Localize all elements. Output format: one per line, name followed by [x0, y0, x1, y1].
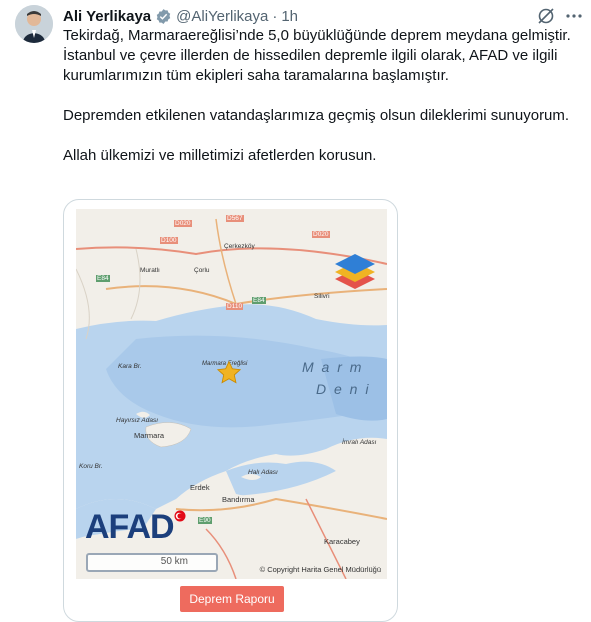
separator-dot: · [272, 7, 278, 25]
map-label: Kara Br. [118, 363, 142, 370]
map-copyright: © Copyright Harita Genel Müdürlüğü [259, 565, 381, 574]
afad-logo: AFAD [85, 508, 175, 546]
avatar[interactable] [15, 5, 53, 43]
road-label: E90 [198, 517, 212, 524]
road-label: E84 [252, 297, 266, 304]
sea-label: M a r m [302, 359, 364, 375]
road-label: E84 [96, 275, 110, 282]
map-label: İmralı Adası [342, 439, 377, 446]
map-label: Çorlu [194, 267, 210, 274]
map-label: Halı Adası [248, 469, 278, 476]
map-scale: 50 km [86, 553, 218, 572]
road-label: D100 [160, 237, 178, 244]
map-label: Muratlı [140, 267, 160, 274]
road-label: D110 [226, 303, 244, 310]
map-label: Koru Br. [79, 463, 103, 470]
media-card[interactable]: Çerkezköy Çorlu Muratlı Silivri Marmara … [63, 199, 398, 622]
turkish-flag-icon [174, 510, 186, 522]
map-label: Silivri [314, 293, 330, 300]
verified-badge-icon [155, 8, 172, 25]
map-label: Karacabey [324, 537, 360, 546]
grok-icon[interactable] [536, 6, 556, 26]
map-label: Marmara [134, 431, 165, 440]
earthquake-map[interactable]: Çerkezköy Çorlu Muratlı Silivri Marmara … [76, 209, 387, 579]
map-label: Hayırsız Adası [116, 417, 159, 424]
road-label: D020 [312, 231, 330, 238]
scale-label: 50 km [160, 556, 188, 567]
earthquake-report-button[interactable]: Deprem Raporu [180, 586, 284, 612]
tweet-paragraph: Allah ülkemizi ve milletimizi afetlerden… [63, 147, 377, 164]
tweet-paragraph: Tekirdağ, Marmaraereğlisi’nde 5,0 büyükl… [63, 27, 571, 84]
tweet-header: Ali Yerlikaya @AliYerlikaya · 1h [63, 5, 298, 27]
map-label: Bandırma [222, 495, 255, 504]
map-label: Çerkezköy [224, 243, 255, 250]
road-label: D567 [226, 215, 244, 222]
road-label: D020 [174, 220, 192, 227]
tweet-text: Tekirdağ, Marmaraereğlisi’nde 5,0 büyükl… [63, 26, 578, 166]
author-name[interactable]: Ali Yerlikaya [63, 8, 151, 25]
sea-label: D e n i [316, 381, 371, 397]
tweet-paragraph: Depremden etkilenen vatandaşlarımıza geç… [63, 107, 570, 124]
author-handle[interactable]: @AliYerlikaya [176, 8, 268, 25]
layers-icon[interactable] [333, 251, 377, 291]
earthquake-star-icon[interactable] [216, 360, 242, 386]
more-icon[interactable] [564, 6, 584, 26]
timestamp[interactable]: 1h [281, 8, 298, 25]
map-label: Erdek [190, 483, 210, 492]
